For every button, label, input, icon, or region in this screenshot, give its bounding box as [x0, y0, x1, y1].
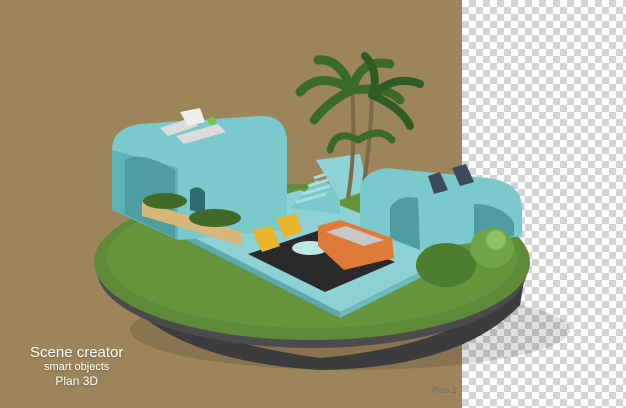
- plan-tag: Plan 1: [432, 386, 457, 395]
- caption-block: Scene creator smart objects Plan 3D: [30, 344, 123, 388]
- caption-subtitle: smart objects: [43, 361, 110, 373]
- image-canvas: Scene creator smart objects Plan 3D Plan…: [0, 0, 626, 408]
- bush: [416, 243, 476, 287]
- caption-plan: Plan 3D: [55, 374, 99, 388]
- caption-title: Scene creator: [30, 344, 124, 361]
